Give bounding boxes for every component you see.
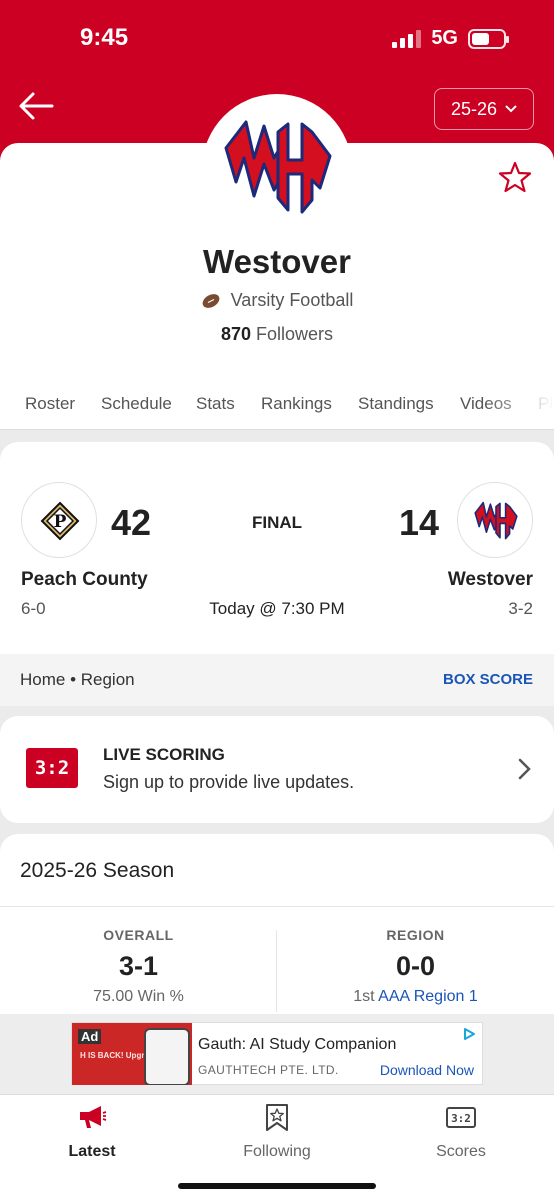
team-logo — [224, 120, 332, 214]
tab-roster[interactable]: Roster — [25, 394, 75, 414]
followers-count: 870 — [220, 324, 251, 344]
live-scoring-title: LIVE SCORING — [103, 745, 225, 764]
chevron-right-icon — [518, 758, 531, 780]
back-arrow-icon[interactable] — [18, 90, 54, 122]
scoreboard-icon-text: 3:2 — [451, 1112, 471, 1125]
nav-following[interactable]: Following — [207, 1103, 347, 1161]
ad-download-button[interactable]: Download Now — [380, 1062, 474, 1078]
tabs-fade — [484, 380, 554, 428]
season-card: 2025-26 Season OVERALL 3-1 75.00 Win % R… — [0, 834, 554, 1034]
nav-latest-label: Latest — [68, 1143, 116, 1160]
nav-latest[interactable]: Latest — [22, 1103, 162, 1161]
overall-win-pct: 75.00 Win % — [93, 988, 184, 1005]
home-score: 14 — [399, 502, 440, 543]
followers-label: Followers — [256, 324, 334, 344]
status-time: 9:45 — [80, 24, 129, 51]
battery-icon — [468, 28, 509, 49]
ad-choices-icon[interactable] — [462, 1027, 476, 1041]
nav-scores[interactable]: 3:2 Scores — [391, 1103, 531, 1161]
ad-image: Ad H IS BACK! Upgraded — [72, 1023, 192, 1085]
bookmark-star-icon — [266, 1104, 288, 1131]
network-label: 5G — [431, 27, 458, 49]
scoreboard-icon: 3:2 — [26, 748, 78, 788]
scoreboard-icon: 3:2 — [446, 1107, 476, 1128]
home-indicator[interactable] — [178, 1183, 376, 1189]
home-team-record: 3-2 — [508, 599, 533, 618]
overall-value: 3-1 — [118, 951, 159, 981]
signal-icon — [392, 29, 422, 48]
status-bar: 9:45 5G — [0, 0, 554, 76]
favorite-star-icon[interactable] — [498, 160, 532, 194]
region-stat: REGION 0-0 1st AAA Region 1 — [277, 927, 554, 1006]
team-tabs: Roster Schedule Stats Rankings Standings… — [0, 380, 554, 430]
team-name: Westover — [203, 243, 351, 280]
season-selector-label: 25-26 — [450, 98, 498, 119]
sport-label: Varsity Football — [230, 290, 354, 310]
overall-label: OVERALL — [103, 927, 174, 943]
season-selector[interactable]: 25-26 — [434, 88, 534, 130]
box-score-link[interactable]: BOX SCORE — [443, 671, 533, 688]
overall-stat: OVERALL 3-1 75.00 Win % — [0, 927, 277, 1006]
region-label: REGION — [386, 927, 445, 943]
status-indicators: 5G — [392, 27, 509, 50]
season-title: 2025-26 Season — [20, 859, 175, 882]
ad-area: Ad H IS BACK! Upgraded Gauth: AI Study C… — [0, 1014, 554, 1094]
westover-logo-small — [474, 501, 518, 540]
sport-line: Varsity Football — [0, 290, 554, 311]
chevron-down-icon — [505, 105, 517, 113]
region-standing: 1st AAA Region 1 — [277, 988, 554, 1006]
live-scoring-card[interactable]: 3:2 LIVE SCORING Sign up to provide live… — [0, 716, 554, 823]
tab-stats[interactable]: Stats — [196, 394, 235, 414]
season-divider — [0, 906, 554, 907]
tab-standings[interactable]: Standings — [358, 394, 434, 414]
region-value: 0-0 — [395, 951, 436, 981]
game-time: Today @ 7:30 PM — [209, 599, 345, 618]
megaphone-icon — [80, 1106, 107, 1128]
ad-company: GAUTHTECH PTE. LTD. — [198, 1063, 339, 1077]
tab-schedule[interactable]: Schedule — [101, 394, 172, 414]
home-team-name: Westover — [447, 569, 533, 590]
away-team-name: Peach County — [21, 569, 148, 590]
nav-following-label: Following — [243, 1143, 311, 1160]
followers-line[interactable]: 870 Followers — [0, 324, 554, 345]
live-scoring-subtitle: Sign up to provide live updates. — [103, 772, 355, 792]
region-rank: 1st — [353, 988, 375, 1005]
game-type: Home • Region — [20, 670, 135, 689]
region-link[interactable]: AAA Region 1 — [378, 988, 478, 1005]
home-team-logo — [457, 482, 533, 558]
ad-title: Gauth: AI Study Companion — [198, 1036, 397, 1053]
ad-tag: Ad — [78, 1029, 102, 1044]
game-footer: Home • Region BOX SCORE — [0, 654, 554, 706]
ad-phone-image — [144, 1028, 190, 1085]
ad-banner[interactable]: Ad H IS BACK! Upgraded Gauth: AI Study C… — [71, 1022, 483, 1085]
football-icon — [202, 293, 219, 308]
nav-scores-label: Scores — [436, 1143, 486, 1160]
tab-rankings[interactable]: Rankings — [261, 394, 332, 414]
